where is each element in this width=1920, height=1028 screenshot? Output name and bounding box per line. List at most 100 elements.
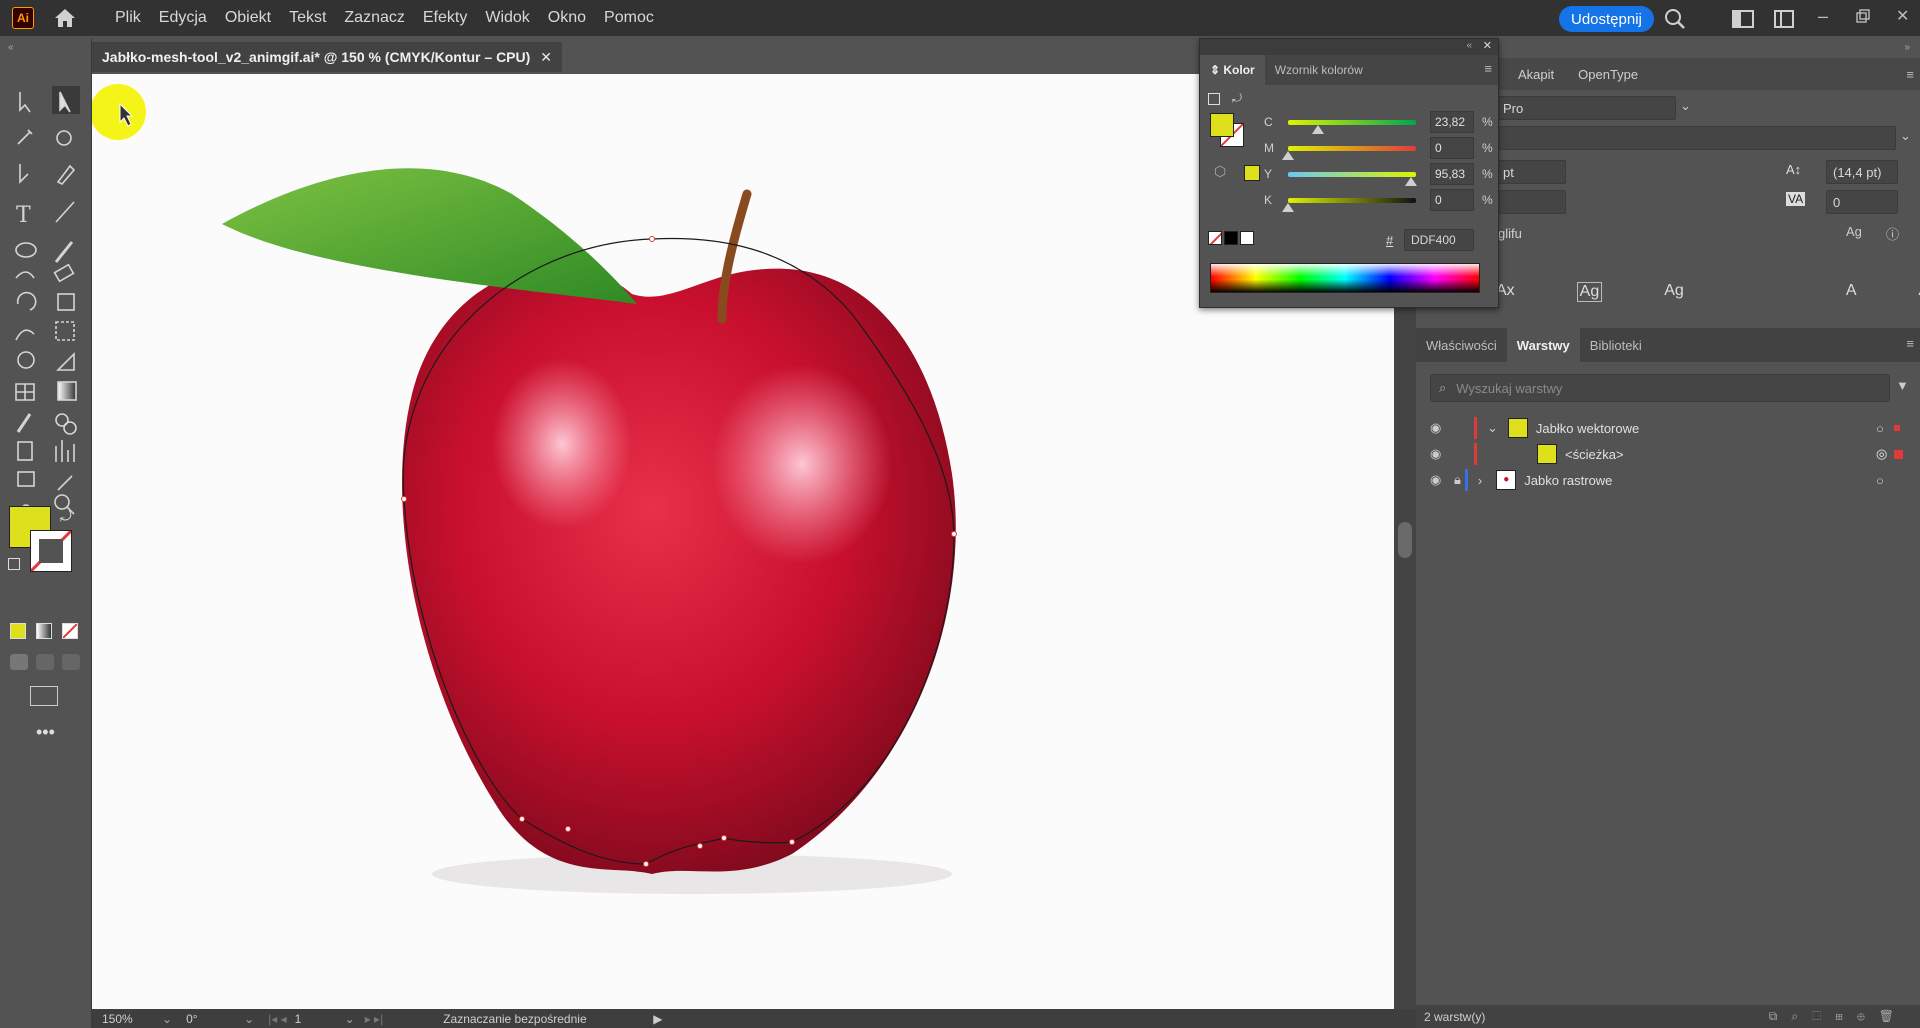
titling-alt-icon[interactable]: A (1846, 282, 1857, 302)
menu-item-obiekt[interactable]: Obiekt (216, 9, 280, 27)
zoom-dropdown-icon[interactable]: ⌄ (162, 1012, 172, 1026)
artboard-number[interactable]: 1 (295, 1012, 345, 1026)
default-colors-icon[interactable] (8, 558, 20, 570)
slider-value-field[interactable]: 23,82 (1430, 111, 1474, 133)
minimize-icon[interactable]: – (1818, 3, 1828, 29)
arrange-icon[interactable] (1774, 6, 1794, 32)
artboard-dropdown-icon[interactable]: ⌄ (345, 1012, 355, 1026)
next-artboard-icon[interactable]: ▸ ▸| (365, 1012, 384, 1026)
draw-normal-icon[interactable] (10, 654, 28, 670)
slider-black[interactable]: K 0 % (1264, 189, 1493, 212)
zoom-level[interactable]: 150% (102, 1012, 162, 1026)
more-tools-icon[interactable]: ••• (36, 722, 55, 743)
hex-field[interactable]: DDF400 (1404, 229, 1474, 251)
slider-track[interactable] (1282, 145, 1416, 160)
menu-item-zaznacz[interactable]: Zaznacz (335, 9, 413, 27)
swap-icon[interactable]: ⤾ (60, 508, 72, 525)
draw-behind-icon[interactable] (36, 654, 54, 670)
black-swatch[interactable] (1224, 231, 1238, 245)
stylistic-alt-icon[interactable]: Ag (1664, 282, 1684, 302)
none-mode-icon[interactable] (62, 623, 78, 639)
expand-chevron-icon[interactable]: › (1478, 473, 1482, 488)
panel-menu-icon[interactable]: ≡ (1906, 67, 1914, 82)
workspace-icon[interactable] (1732, 6, 1754, 32)
scroll-thumb[interactable] (1398, 522, 1412, 558)
slider-track[interactable] (1288, 171, 1417, 186)
tab-wzornik-kolorow[interactable]: Wzornik kolorów (1265, 55, 1373, 85)
slider-value-field[interactable]: 0 (1430, 189, 1474, 211)
target-icon[interactable]: ○ (1876, 421, 1884, 436)
slider-track[interactable] (1282, 197, 1416, 212)
slider-magenta[interactable]: M 0 % (1264, 137, 1493, 160)
collapse-icon[interactable]: « (1466, 40, 1472, 51)
color-spectrum[interactable] (1210, 263, 1480, 293)
layer-name[interactable]: Jabko rastrowe (1524, 473, 1612, 488)
gamut-swatch[interactable] (1244, 165, 1260, 181)
tab-biblioteki[interactable]: Biblioteki (1580, 328, 1652, 362)
tab-warstwy[interactable]: Warstwy (1506, 328, 1580, 362)
swash-icon[interactable]: Ag (1576, 282, 1603, 302)
menu-item-edycja[interactable]: Edycja (150, 9, 216, 27)
layers-menu-icon[interactable]: ≡ (1906, 336, 1914, 351)
rotation-value[interactable]: 0° (186, 1012, 244, 1026)
menu-item-plik[interactable]: Plik (106, 9, 150, 27)
info-icon[interactable]: ⓘ (1886, 224, 1899, 243)
slider-thumb[interactable] (1404, 176, 1417, 186)
font-family-dropdown-icon[interactable]: ⌄ (1680, 98, 1691, 114)
home-icon[interactable] (52, 5, 78, 31)
menu-item-pomoc[interactable]: Pomoc (595, 9, 663, 27)
tab-wlasciwosci[interactable]: Właściwości (1416, 328, 1507, 362)
layer-row[interactable]: ◉ 🔒︎ › ● Jabko rastrowe ○ (1416, 467, 1920, 493)
slider-thumb[interactable] (1312, 124, 1325, 134)
white-swatch[interactable] (1240, 231, 1254, 245)
stroke-swatch[interactable] (29, 529, 73, 573)
layer-actions-icons[interactable]: ⧉⌕⬚⊞⊕🗑︎ (1769, 1009, 1908, 1024)
slider-yellow[interactable]: Y 95,83 % (1264, 163, 1493, 186)
visibility-eye-icon[interactable]: ◉ (1430, 446, 1454, 462)
font-style-field[interactable] (1496, 126, 1896, 150)
slider-thumb[interactable] (1282, 150, 1294, 160)
close-document-icon[interactable]: ✕ (540, 49, 552, 66)
draw-inside-icon[interactable] (62, 654, 80, 670)
tab-kolor[interactable]: ⇕ Kolor (1200, 55, 1265, 85)
expand-chevron-icon[interactable]: ⌄ (1487, 420, 1498, 436)
layer-row[interactable]: ◉ ⌄ Jabłko wektorowe ○ (1416, 415, 1920, 441)
slider-thumb[interactable] (1282, 202, 1294, 212)
swap-colors-icon[interactable]: ⤾ (1232, 91, 1242, 106)
status-play-icon[interactable]: ▶ (653, 1012, 662, 1026)
layer-name[interactable]: Jabłko wektorowe (1536, 421, 1639, 436)
target-selected-icon[interactable]: ◎ (1876, 446, 1887, 462)
glyph-icon[interactable]: Ag (1846, 224, 1862, 239)
dock-collapse-icon[interactable]: » (1904, 42, 1910, 53)
layers-search-input[interactable]: ⌕ Wyszukaj warstwy (1430, 374, 1890, 402)
gradient-mode-icon[interactable] (36, 623, 52, 639)
leading-field[interactable]: (14,4 pt) (1826, 160, 1898, 184)
target-icon[interactable]: ○ (1876, 473, 1884, 488)
layer-name[interactable]: <ścieżka> (1565, 447, 1624, 462)
layer-row[interactable]: ◉ <ścieżka> ◎ (1416, 441, 1920, 467)
search-icon[interactable] (1664, 6, 1686, 32)
panel-menu-icon[interactable]: ≡ (1484, 61, 1492, 76)
tab-akapit[interactable]: Akapit (1506, 67, 1566, 82)
kerning-field[interactable] (1496, 190, 1566, 214)
menu-item-widok[interactable]: Widok (476, 9, 538, 27)
screen-mode-icon[interactable] (30, 686, 58, 706)
color-panel-titlebar[interactable]: « ✕ (1200, 39, 1498, 55)
slider-track[interactable] (1288, 119, 1416, 134)
close-window-icon[interactable]: ✕ (1896, 3, 1909, 29)
visibility-eye-icon[interactable]: ◉ (1430, 420, 1454, 436)
tracking-field[interactable]: 0 (1826, 190, 1898, 214)
default-colors-icon[interactable] (1208, 93, 1220, 105)
font-size-field[interactable]: pt (1496, 160, 1566, 184)
filter-icon[interactable]: ▼ (1896, 378, 1909, 393)
lock-icon[interactable]: 🔒︎ (1454, 472, 1461, 488)
menu-item-okno[interactable]: Okno (539, 9, 595, 27)
slider-value-field[interactable]: 0 (1430, 137, 1474, 159)
visibility-eye-icon[interactable]: ◉ (1430, 472, 1454, 488)
out-of-gamut-icon[interactable]: ⬡ (1214, 163, 1226, 180)
slider-value-field[interactable]: 95,83 (1430, 163, 1474, 185)
menu-item-efekty[interactable]: Efekty (414, 9, 476, 27)
tab-opentype[interactable]: OpenType (1566, 67, 1650, 82)
document-tab[interactable]: Jabłko-mesh-tool_v2_animgif.ai* @ 150 % … (92, 42, 563, 72)
collapse-icon[interactable]: « (8, 42, 14, 53)
